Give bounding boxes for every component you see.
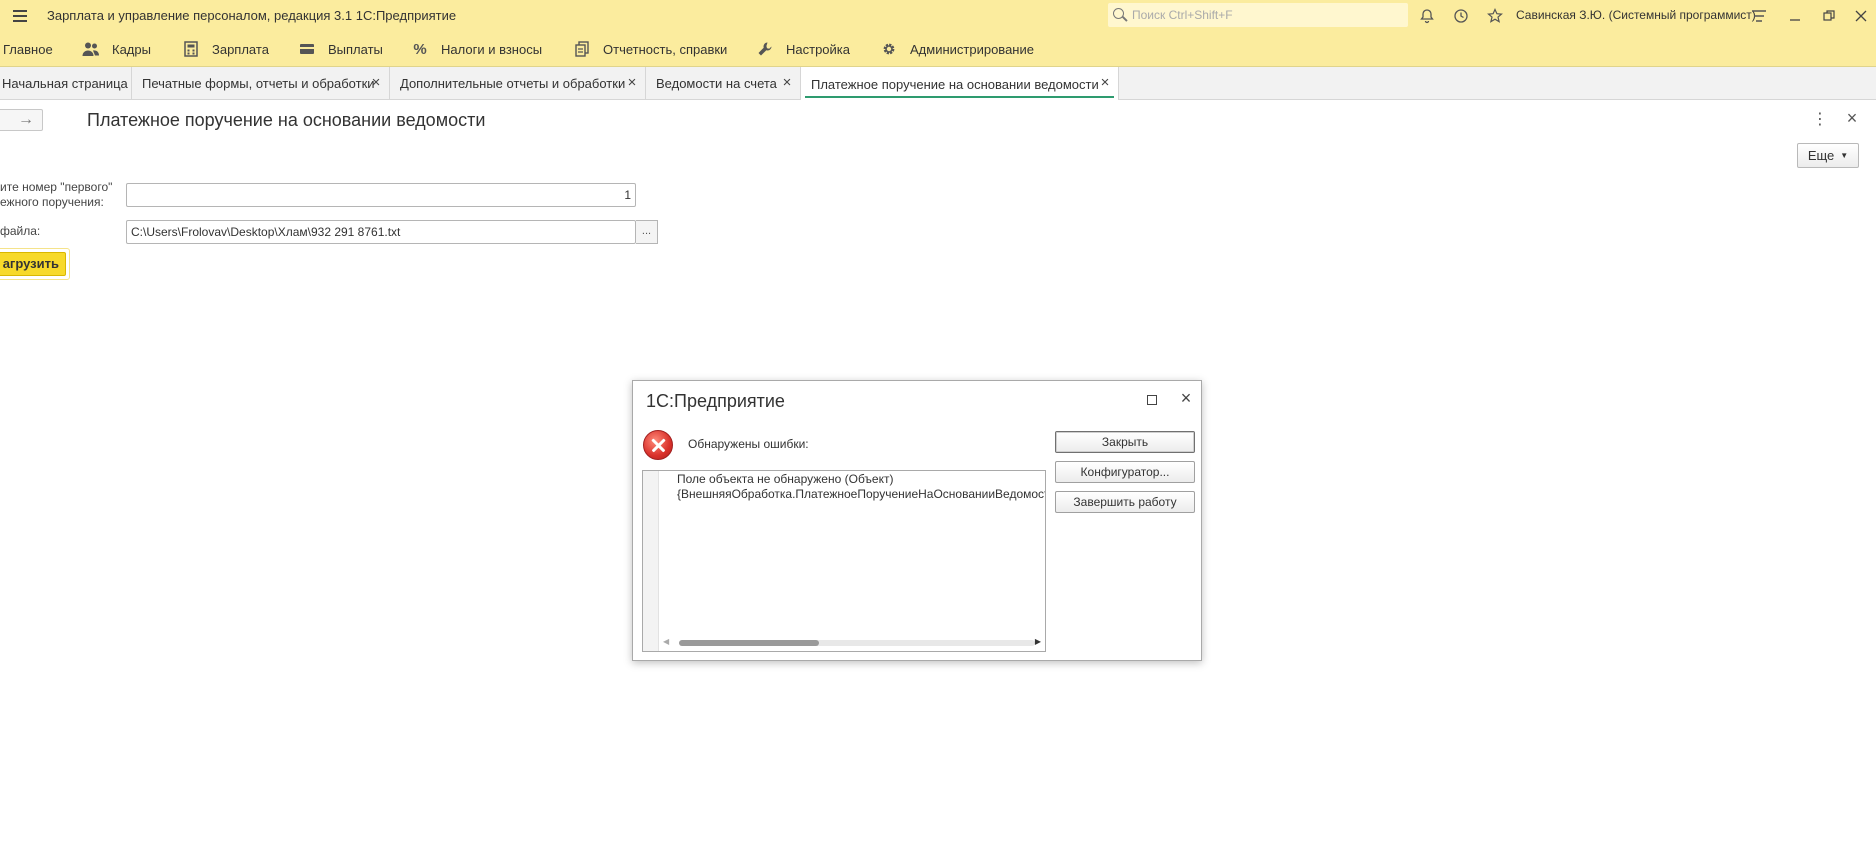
tab-home[interactable]: Начальная страница <box>0 67 132 100</box>
restore-icon[interactable] <box>1816 3 1842 29</box>
section-label: Налоги и взносы <box>441 41 543 57</box>
load-button-frame: агрузить <box>0 248 70 280</box>
close-window-icon[interactable] <box>1848 3 1874 29</box>
section-label: Настройка <box>786 41 850 57</box>
history-icon[interactable] <box>1448 3 1474 29</box>
main-menu-button[interactable] <box>0 0 40 31</box>
more-button-label: Еще <box>1807 148 1835 163</box>
section-label: Выплаты <box>328 41 383 57</box>
navigation-buttons: → <box>0 109 43 131</box>
tab-label: Платежное поручение на основании ведомос… <box>811 76 1099 92</box>
error-icon <box>643 430 673 460</box>
close-tab-icon[interactable]: × <box>625 75 639 91</box>
chevron-down-icon: ▼ <box>1840 151 1849 160</box>
horizontal-scrollbar[interactable]: ◀ ▶ <box>659 635 1045 651</box>
section-salary[interactable]: Зарплата <box>184 31 269 67</box>
close-tab-icon[interactable]: × <box>1098 75 1112 91</box>
close-dialog-icon[interactable]: × <box>1177 388 1195 408</box>
people-icon <box>82 40 100 58</box>
close-button[interactable]: Закрыть <box>1055 431 1195 453</box>
app-title: Зарплата и управление персоналом, редакц… <box>47 8 457 23</box>
scroll-right-icon[interactable]: ▶ <box>1035 637 1041 646</box>
section-label: Администрирование <box>910 41 1034 57</box>
error-line: {ВнешняяОбработка.ПлатежноеПоручениеНаОс… <box>677 487 1046 501</box>
section-taxes[interactable]: % Налоги и взносы <box>413 31 543 67</box>
bell-icon[interactable] <box>1414 3 1440 29</box>
tab-label: Ведомости на счета <box>656 76 777 91</box>
file-label: файла: <box>0 224 41 238</box>
gear-icon <box>880 40 898 58</box>
dialog-message: Обнаружены ошибки: <box>688 437 809 451</box>
tab-payment-order[interactable]: Платежное поручение на основании ведомос… <box>801 67 1119 101</box>
section-label: Главное <box>3 41 53 57</box>
first-number-field[interactable]: 1 <box>126 183 636 207</box>
tab-label: Начальная страница <box>2 76 128 91</box>
calculator-icon <box>182 40 200 58</box>
search-icon <box>1113 8 1128 22</box>
wrench-icon <box>756 40 774 58</box>
close-form-icon[interactable]: × <box>1844 108 1860 128</box>
section-settings[interactable]: Настройка <box>758 31 850 67</box>
file-path-field[interactable]: C:\Users\Frolovav\Desktop\Хлам\932 291 8… <box>126 220 636 244</box>
close-tab-icon[interactable]: × <box>369 75 383 91</box>
minimize-icon[interactable] <box>1782 3 1808 29</box>
settings-menu-icon[interactable] <box>1746 3 1772 29</box>
title-bar: Зарплата и управление персоналом, редакц… <box>0 0 1876 31</box>
tab-statements[interactable]: Ведомости на счета × <box>646 67 801 100</box>
load-button[interactable]: агрузить <box>0 252 66 276</box>
reports-icon <box>573 40 591 58</box>
exit-button[interactable]: Завершить работу <box>1055 491 1195 513</box>
forward-arrow-icon[interactable]: → <box>18 110 34 130</box>
close-tab-icon[interactable]: × <box>780 75 794 91</box>
section-personnel[interactable]: Кадры <box>82 31 151 67</box>
error-details[interactable]: Поле объекта не обнаружено (Объект) {Вне… <box>642 470 1046 652</box>
scroll-left-icon[interactable]: ◀ <box>663 637 669 646</box>
section-reports[interactable]: Отчетность, справки <box>575 31 728 67</box>
maximize-icon[interactable] <box>1147 395 1157 405</box>
section-administration[interactable]: Администрирование <box>883 31 1034 67</box>
page-title: Платежное поручение на основании ведомос… <box>87 110 486 130</box>
sections-panel: Главное Кадры Зарплата Выплаты % Налоги … <box>0 31 1876 67</box>
user-name[interactable]: Савинская З.Ю. (Системный программист) <box>1516 8 1756 22</box>
first-number-label-cont: ежного поручения: <box>0 195 104 209</box>
scroll-thumb[interactable] <box>679 640 819 646</box>
error-details-gutter <box>643 471 659 651</box>
search-box[interactable] <box>1108 3 1408 27</box>
wallet-icon <box>298 40 316 58</box>
dialog-title: 1С:Предприятие <box>646 391 785 411</box>
tab-additional-reports[interactable]: Дополнительные отчеты и обработки × <box>390 67 646 100</box>
percent-icon: % <box>413 40 427 58</box>
section-label: Зарплата <box>212 41 269 57</box>
tab-print-forms[interactable]: Печатные формы, отчеты и обработки × <box>132 67 390 100</box>
error-line: Поле объекта не обнаружено (Объект) <box>677 472 894 486</box>
select-file-button[interactable]: ... <box>636 220 658 244</box>
section-main[interactable]: Главное <box>3 31 53 67</box>
more-vertical-icon[interactable]: ⋮ <box>1812 110 1828 130</box>
tab-label: Печатные формы, отчеты и обработки <box>142 76 375 91</box>
search-input[interactable] <box>1132 8 1392 22</box>
first-number-label: ите номер "первого" <box>0 180 113 194</box>
tab-label: Дополнительные отчеты и обработки <box>400 76 626 91</box>
configurator-button[interactable]: Конфигуратор... <box>1055 461 1195 483</box>
error-dialog: 1С:Предприятие × Обнаружены ошибки: Поле… <box>632 380 1202 661</box>
more-button[interactable]: Еще ▼ <box>1797 143 1859 168</box>
open-windows-panel: Начальная страница Печатные формы, отчет… <box>0 67 1876 101</box>
star-icon[interactable] <box>1482 3 1508 29</box>
section-label: Кадры <box>112 41 151 57</box>
section-label: Отчетность, справки <box>603 41 728 57</box>
section-payments[interactable]: Выплаты <box>300 31 383 67</box>
hamburger-icon <box>13 10 27 22</box>
